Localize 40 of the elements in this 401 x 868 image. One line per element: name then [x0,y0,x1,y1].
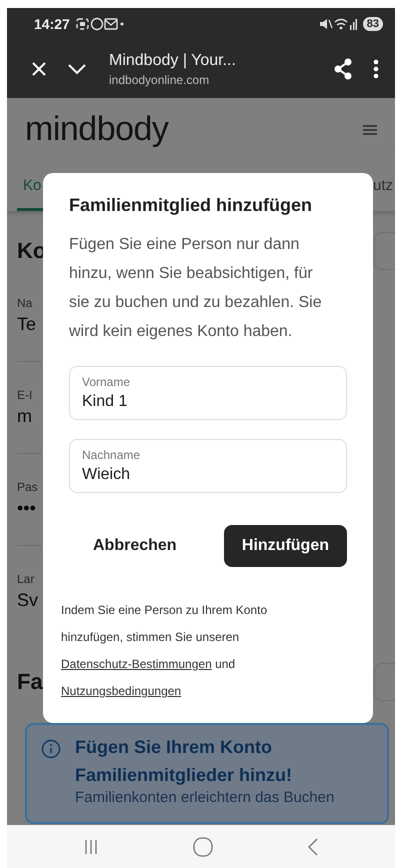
mindbody-logo[interactable]: mindbody [25,110,168,149]
field-label: E-I [17,388,34,402]
close-icon[interactable] [31,61,47,77]
more-options-icon[interactable] [373,59,379,79]
menu-icon[interactable] [363,124,377,134]
field-value: m [17,406,33,427]
field-label: Lar [17,572,36,586]
section-heading: Fa [17,669,43,695]
field-label: Na [17,296,34,310]
page-title: Mindbody | Your... [109,52,237,70]
privacy-link[interactable]: Datenschutz-Bestimmungen [61,657,212,671]
field-value: ••• [17,498,37,519]
dialog-title: Familienmitglied hinzufügen [69,195,313,216]
input-field[interactable]: Nachname Wieich [69,439,347,493]
info-title: Fügen Sie Ihrem Konto Familienmitglieder hinzu! [75,736,294,787]
floating-label: Vorname [82,375,132,389]
signal-icons [318,17,357,31]
status-time: 14:27 [34,16,70,32]
legal-text: Indem Sie eine Person zu Ihrem Konto hinzufügen, stimmen Sie unseren Datenschutz-Bestimmungen und Nutzungsbedingungen [61,602,268,700]
dialog-description: Fügen Sie eine Person nur dann hinzu, wenn Sie beabsichtigen, für sie zu buchen und zu bezahlen. Sie wird kein eigenes Konto haben. [69,235,323,342]
info-text: Familienkonten erleichtern das Buchen [75,789,336,806]
info-icon [41,739,61,759]
share-icon[interactable] [333,58,353,80]
name-input[interactable]: Kind 1 [82,389,334,413]
field-label: Pas [17,480,39,494]
floating-label: Nachname [82,448,142,462]
chevron-down-icon[interactable] [67,63,87,75]
recent-apps-icon[interactable] [84,838,98,854]
home-icon[interactable] [192,836,213,856]
name-input[interactable]: Wieich [82,462,334,486]
cancel-button[interactable]: Abbrechen [89,527,181,565]
back-icon[interactable] [308,838,318,856]
add-button[interactable]: Hinzufügen [224,525,347,567]
page-url: indbodyonline.com [109,72,210,86]
field-value: Te [17,314,38,335]
terms-link[interactable]: Nutzungsbedingungen [61,684,182,698]
notification-icons [76,17,124,31]
battery-level: 83 [362,17,383,31]
field-value: Sv [17,590,40,611]
input-field[interactable]: Vorname Kind 1 [69,366,347,420]
